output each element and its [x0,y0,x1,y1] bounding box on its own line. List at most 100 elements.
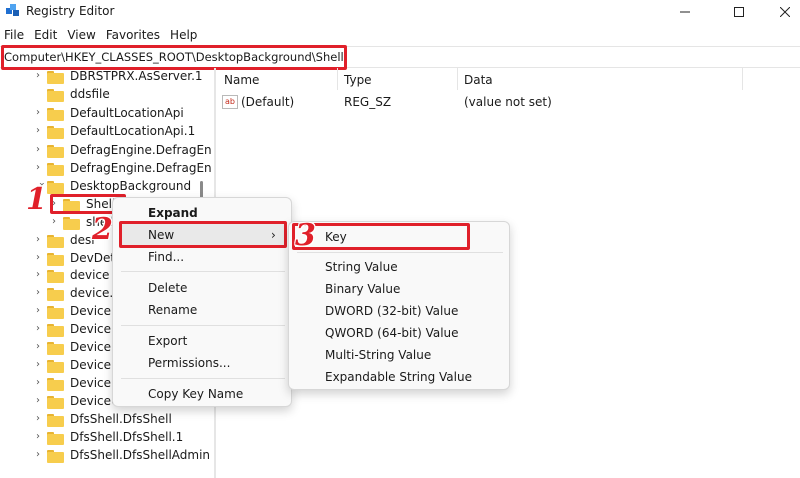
chevron-right-icon[interactable]: › [36,107,46,121]
tree-item-label: desl [70,233,95,247]
menu-item-find[interactable]: Find... [148,246,184,268]
tree-item[interactable]: › DfsShell.DfsShell.1 [0,429,212,447]
chevron-right-icon[interactable]: › [52,216,62,230]
menu-separator [121,325,285,326]
folder-icon [47,414,64,427]
chevron-right-icon[interactable]: › [36,359,46,373]
folder-icon [47,181,64,194]
close-button[interactable] [762,0,800,24]
folder-icon [47,163,64,176]
chevron-right-icon[interactable]: › [36,162,46,176]
key-highlight-box [292,223,470,250]
column-separator [742,68,743,90]
column-separator [457,68,458,90]
tree-item[interactable]: › DBRSTPRX.AsServer.1 [0,68,212,86]
folder-icon [47,126,64,139]
folder-icon [47,396,64,409]
column-header-type[interactable]: Type [344,73,372,87]
tree-item[interactable]: › DefaultLocationApi.1 [0,123,212,141]
chevron-right-icon[interactable]: › [36,341,46,355]
close-icon [780,7,790,17]
chevron-right-icon[interactable]: › [36,125,46,139]
minimize-icon [680,11,690,13]
menu-separator [121,378,285,379]
tree-item-label: DfsShell.DfsShell [70,412,172,426]
submenu-item-string-value[interactable]: String Value [325,256,398,278]
menu-bar: File Edit View Favorites Help [0,26,203,44]
menu-favorites[interactable]: Favorites [102,26,166,44]
tree-item-label: DfsShell.DfsShell.1 [70,430,184,444]
submenu-item-multi-string-value[interactable]: Multi-String Value [325,344,431,366]
step-3-marker: 3 [295,218,316,253]
value-data: (value not set) [464,95,552,109]
column-separator [337,68,338,90]
chevron-right-icon[interactable]: › [36,431,46,445]
menu-item-export[interactable]: Export [148,330,187,352]
folder-icon [47,145,64,158]
tree-item-label: DefaultLocationApi.1 [70,124,196,138]
chevron-right-icon[interactable]: › [36,252,46,266]
tree-item-label: DfsShell.DfsShellAdmin [70,448,211,462]
menu-edit[interactable]: Edit [30,26,63,44]
submenu-item-binary-value[interactable]: Binary Value [325,278,400,300]
menu-file[interactable]: File [0,26,30,44]
folder-icon [47,378,64,391]
chevron-right-icon[interactable]: › [36,269,46,283]
tree-item-label: DefragEngine.DefragEn [70,161,212,175]
chevron-right-icon[interactable]: › [36,395,46,409]
address-highlight-box [1,45,347,70]
tree-item-label: DefragEngine.DefragEn [70,143,212,157]
new-highlight-box [119,221,287,248]
chevron-right-icon[interactable]: › [36,377,46,391]
folder-icon [47,253,64,266]
tree-item[interactable]: › DefragEngine.DefragEn [0,160,212,178]
value-name[interactable]: (Default) [241,95,294,109]
maximize-button[interactable] [716,0,762,24]
folder-icon [63,217,80,230]
chevron-right-icon[interactable]: › [36,449,46,463]
column-header-name[interactable]: Name [224,73,259,87]
chevron-right-icon[interactable]: › [36,323,46,337]
minimize-button[interactable] [662,0,708,24]
folder-icon [47,450,64,463]
tree-item[interactable]: › DfsShell.DfsShell [0,411,212,429]
tree-item-label: ddsfile [70,87,110,101]
tree-item-label: DBRSTPRX.AsServer.1 [70,69,203,83]
submenu-item-expandable-string-value[interactable]: Expandable String Value [325,366,472,388]
folder-icon [47,324,64,337]
maximize-icon [734,7,744,17]
tree-item-label: device [70,268,110,282]
submenu-item-qword-value[interactable]: QWORD (64-bit) Value [325,322,459,344]
folder-icon [47,432,64,445]
tree-item[interactable]: › DefragEngine.DefragEn [0,142,212,160]
tree-item[interactable]: › DefaultLocationApi [0,105,212,123]
tree-item-label: DesktopBackground [70,179,192,193]
menu-item-copy-key-name[interactable]: Copy Key Name [148,383,243,405]
menu-view[interactable]: View [63,26,101,44]
column-header-data[interactable]: Data [464,73,493,87]
chevron-right-icon[interactable]: › [36,305,46,319]
chevron-right-icon[interactable]: › [36,413,46,427]
folder-icon [47,306,64,319]
submenu-item-dword-value[interactable]: DWORD (32-bit) Value [325,300,458,322]
string-value-icon: ab [222,95,238,109]
step-2-marker: 2 [92,212,113,247]
folder-icon [47,71,64,84]
folder-icon [47,270,64,283]
menu-separator [121,271,285,272]
chevron-right-icon[interactable]: › [36,287,46,301]
step-1-marker: 1 [26,182,47,217]
menu-help[interactable]: Help [166,26,203,44]
folder-icon [47,288,64,301]
chevron-right-icon[interactable]: › [36,144,46,158]
tree-item[interactable]: ddsfile [0,86,212,104]
menu-item-permissions[interactable]: Permissions... [148,352,230,374]
menu-item-delete[interactable]: Delete [148,277,187,299]
tree-item[interactable]: › DfsShell.DfsShellAdmin [0,447,212,465]
folder-icon [47,108,64,121]
value-type: REG_SZ [344,95,392,109]
chevron-right-icon[interactable]: › [36,234,46,248]
menu-item-rename[interactable]: Rename [148,299,197,321]
folder-icon [47,89,64,102]
chevron-right-icon[interactable]: › [36,70,46,84]
